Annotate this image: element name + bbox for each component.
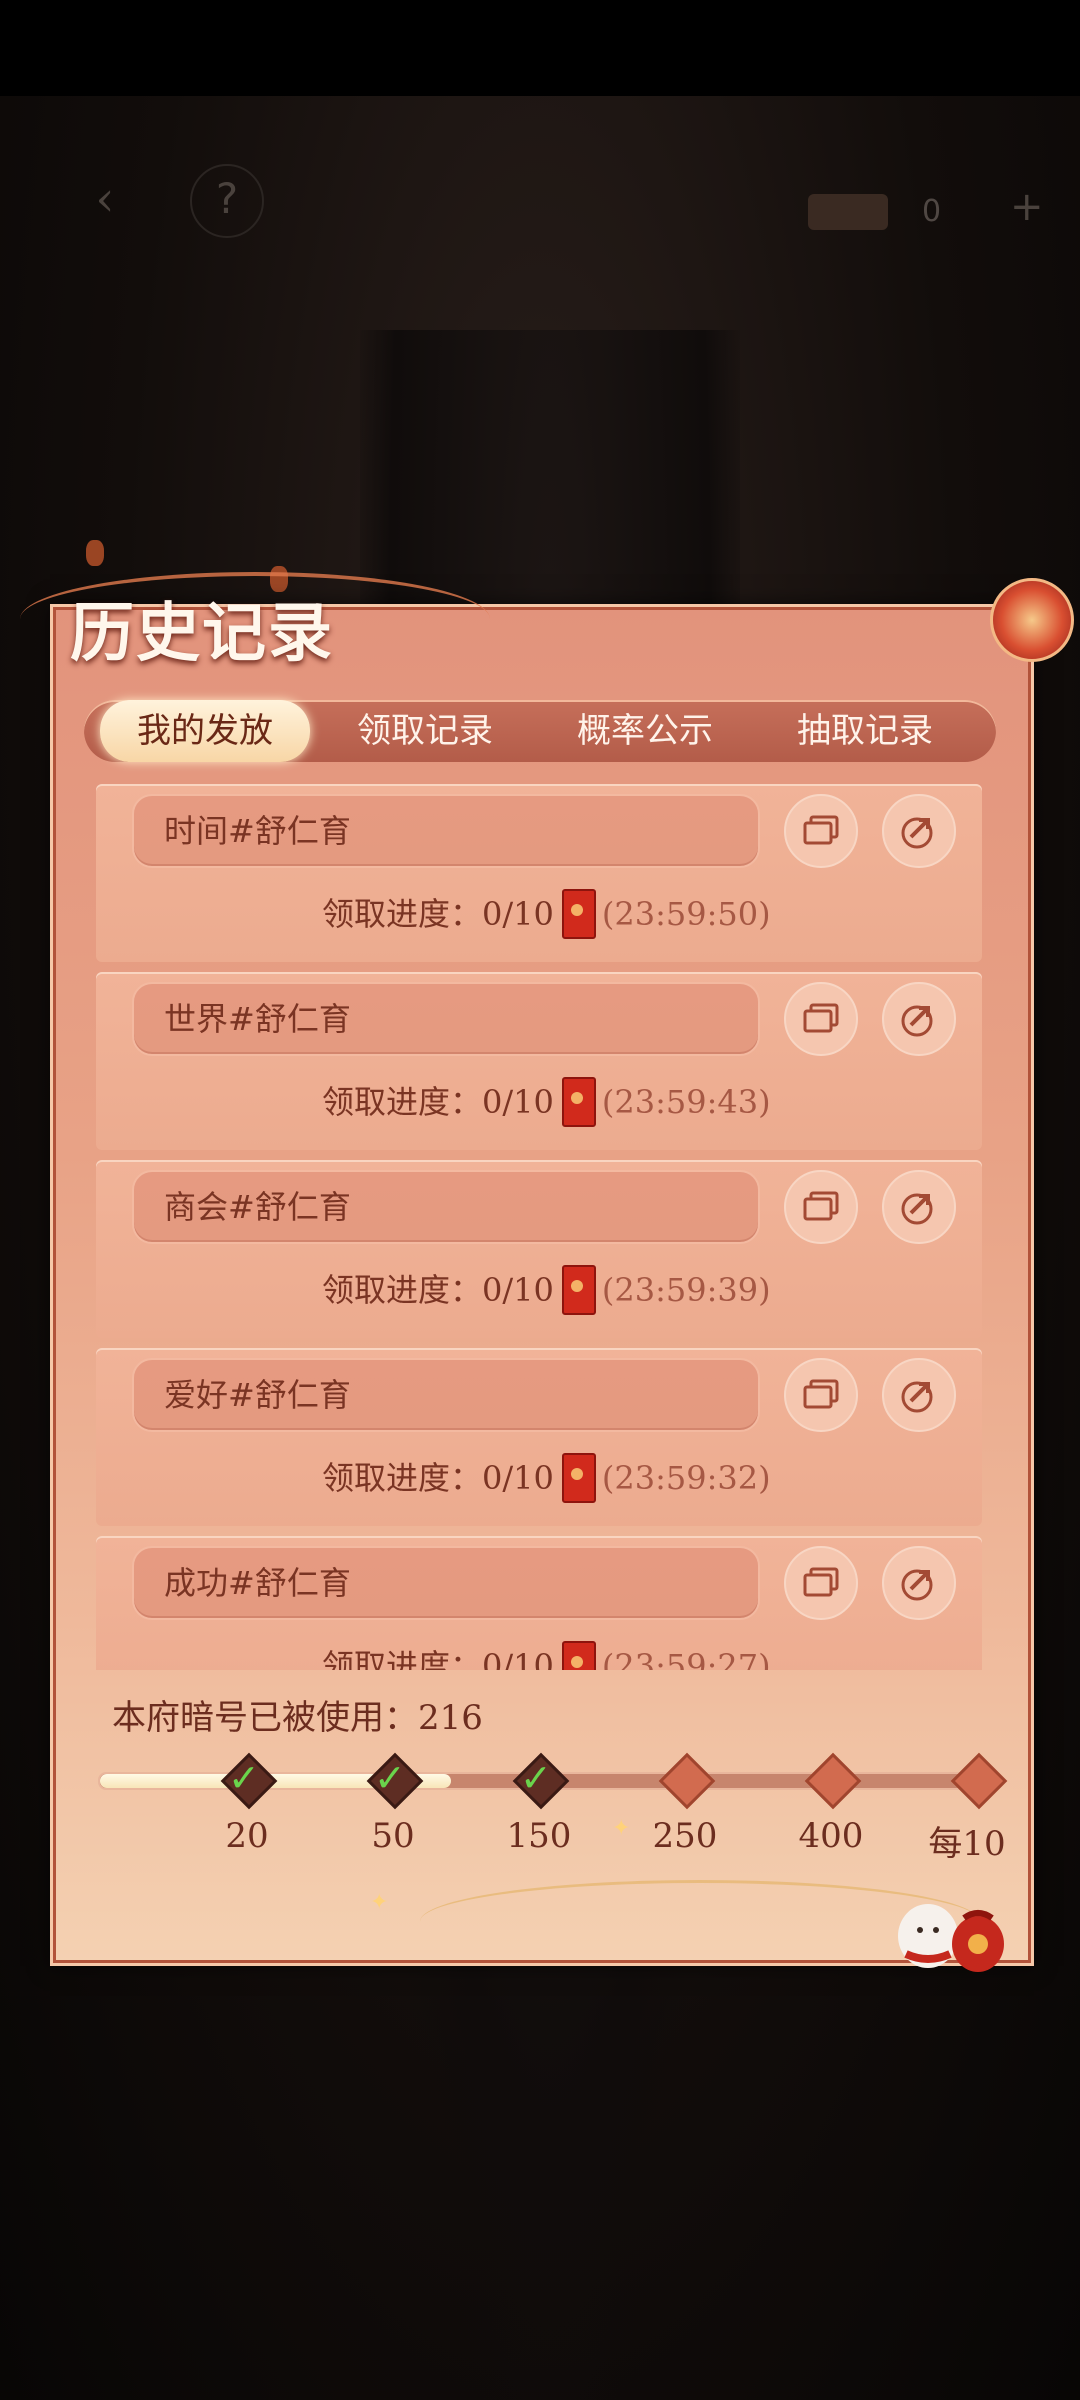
check-icon: ✓: [228, 1756, 260, 1800]
milestone-reward-every10[interactable]: [950, 1752, 1008, 1810]
copy-button[interactable]: [784, 982, 858, 1056]
milestone-label: 50: [371, 1816, 415, 1856]
record-list[interactable]: 时间#舒仁育 领取进度：0/10 (23:59:50) 世界#舒仁育 领取进度：0…: [96, 784, 982, 1670]
copy-icon: [803, 1191, 839, 1221]
record-time: (23:59:27): [601, 1647, 771, 1670]
milestone-label: 400: [798, 1816, 864, 1856]
share-button[interactable]: [882, 1358, 956, 1432]
record-time: (23:59:50): [601, 895, 771, 933]
share-arrow-icon: [901, 817, 933, 849]
record-name-box: 爱好#舒仁育: [132, 1358, 760, 1432]
milestone-reward-250[interactable]: [658, 1752, 716, 1810]
record-card: 爱好#舒仁育 领取进度：0/10 (23:59:32): [96, 1348, 982, 1526]
milestone-reward-400[interactable]: [804, 1752, 862, 1810]
milestone-label: 20: [225, 1816, 269, 1856]
share-arrow-icon: [901, 1381, 933, 1413]
add-currency-button[interactable]: +: [1010, 184, 1044, 230]
panel-title: 历史记录: [70, 596, 334, 671]
sparkle-icon: ✦: [370, 1890, 389, 1915]
tab-my-distribution[interactable]: 我的发放: [100, 700, 310, 762]
copy-button[interactable]: [784, 1546, 858, 1620]
copy-icon: [803, 1379, 839, 1409]
progress-text: 领取进度：0/10: [322, 1647, 554, 1670]
milestone-reward-50[interactable]: ✓: [366, 1752, 424, 1810]
help-button[interactable]: ?: [190, 164, 264, 238]
record-name: 世界#舒仁育: [164, 1000, 351, 1038]
record-progress: 领取进度：0/10 (23:59:39): [322, 1260, 771, 1320]
record-progress: 领取进度：0/10 (23:59:32): [322, 1448, 771, 1508]
record-card: 世界#舒仁育 领取进度：0/10 (23:59:43): [96, 972, 982, 1150]
red-envelope-icon: [561, 1640, 596, 1670]
record-time: (23:59:39): [601, 1271, 771, 1309]
tab-probability[interactable]: 概率公示: [540, 700, 750, 762]
lantern-decoration: [86, 540, 104, 566]
red-envelope-icon: [561, 888, 596, 939]
record-time: (23:59:32): [601, 1459, 771, 1497]
milestone-label: 150: [506, 1816, 572, 1856]
share-arrow-icon: [901, 1193, 933, 1225]
tab-bar: 我的发放 领取记录 概率公示 抽取记录: [84, 700, 996, 762]
milestone-reward-150[interactable]: ✓: [512, 1752, 570, 1810]
share-button[interactable]: [882, 1546, 956, 1620]
record-card: 商会#舒仁育 领取进度：0/10 (23:59:39): [96, 1160, 982, 1338]
copy-button[interactable]: [784, 1170, 858, 1244]
record-name: 时间#舒仁育: [164, 812, 351, 850]
record-name-box: 时间#舒仁育: [132, 794, 760, 868]
record-card: 成功#舒仁育 领取进度：0/10 (23:59:27): [96, 1536, 982, 1670]
currency-icon: [808, 194, 888, 230]
copy-icon: [803, 1567, 839, 1597]
share-button[interactable]: [882, 982, 956, 1056]
usage-count-label: 本府暗号已被使用：216: [112, 1698, 483, 1738]
share-button[interactable]: [882, 1170, 956, 1244]
record-name-box: 商会#舒仁育: [132, 1170, 760, 1244]
record-name: 爱好#舒仁育: [164, 1376, 351, 1414]
check-icon: ✓: [374, 1756, 406, 1800]
status-bar: [0, 0, 1080, 96]
copy-button[interactable]: [784, 794, 858, 868]
share-button[interactable]: [882, 794, 956, 868]
red-envelope-icon: [561, 1076, 596, 1127]
milestone-label: 每10: [928, 1824, 1006, 1864]
record-card: 时间#舒仁育 领取进度：0/10 (23:59:50): [96, 784, 982, 962]
milestone-reward-20[interactable]: ✓: [220, 1752, 278, 1810]
copy-icon: [803, 1003, 839, 1033]
record-time: (23:59:43): [601, 1083, 771, 1121]
record-progress: 领取进度：0/10 (23:59:50): [322, 884, 771, 944]
copy-icon: [803, 815, 839, 845]
record-name: 成功#舒仁育: [164, 1564, 351, 1602]
red-envelope-icon: [561, 1452, 596, 1503]
record-progress: 领取进度：0/10 (23:59:27): [322, 1636, 771, 1670]
mascot-with-bag-icon: [898, 1904, 1004, 1972]
progress-text: 领取进度：0/10: [322, 1459, 554, 1497]
record-name-box: 世界#舒仁育: [132, 982, 760, 1056]
progress-text: 领取进度：0/10: [322, 1271, 554, 1309]
copy-button[interactable]: [784, 1358, 858, 1432]
top-bar: ‹ ? 0 +: [0, 150, 1080, 250]
currency-value: 0: [922, 194, 942, 229]
sparkle-icon: ✦: [612, 1816, 631, 1841]
milestone-label: 250: [652, 1816, 718, 1856]
tab-claim-records[interactable]: 领取记录: [320, 700, 530, 762]
record-name: 商会#舒仁育: [164, 1188, 351, 1226]
share-arrow-icon: [901, 1005, 933, 1037]
corner-ornament-icon: [990, 578, 1074, 662]
progress-text: 领取进度：0/10: [322, 1083, 554, 1121]
progress-text: 领取进度：0/10: [322, 895, 554, 933]
back-arrow-icon[interactable]: ‹: [70, 164, 140, 234]
record-progress: 领取进度：0/10 (23:59:43): [322, 1072, 771, 1132]
record-name-box: 成功#舒仁育: [132, 1546, 760, 1620]
share-arrow-icon: [901, 1569, 933, 1601]
tab-draw-records[interactable]: 抽取记录: [760, 700, 970, 762]
check-icon: ✓: [520, 1756, 552, 1800]
red-envelope-icon: [561, 1264, 596, 1315]
